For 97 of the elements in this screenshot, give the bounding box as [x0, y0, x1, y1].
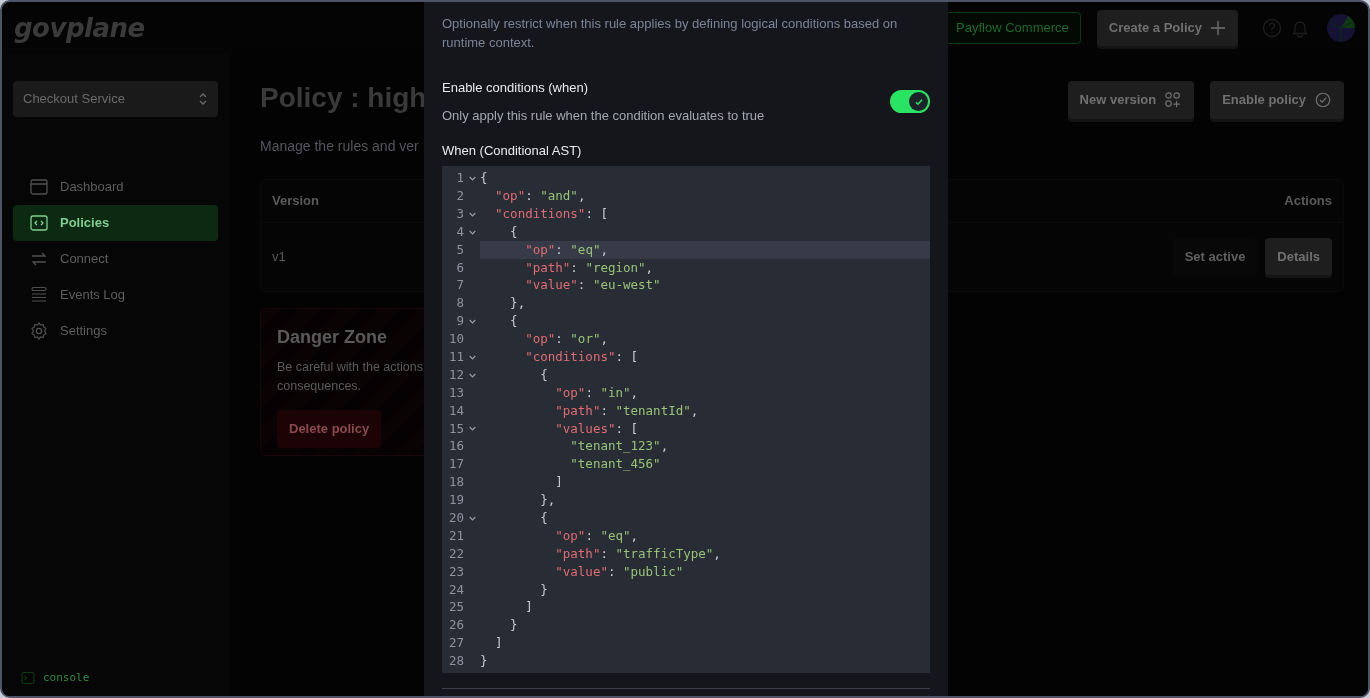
line-number: 23 — [447, 562, 464, 581]
code-line: { — [539, 509, 549, 527]
window-icon — [29, 176, 49, 197]
line-number: 4 — [455, 222, 464, 241]
danger-zone-text: Be careful with the actions — [277, 359, 423, 377]
code-line: "tenant_123", — [569, 437, 670, 456]
code-line: "tenant_456" — [569, 455, 662, 474]
code-line: } — [480, 652, 489, 671]
line-number: 5 — [455, 240, 464, 259]
line-number: 13 — [447, 383, 464, 402]
conditions-toggle[interactable] — [890, 90, 930, 113]
code-line: }, — [539, 491, 557, 510]
code-line: { — [539, 366, 549, 384]
line-number: 24 — [447, 580, 464, 599]
line-number: 8 — [455, 294, 464, 313]
fold-chevron-icon[interactable] — [468, 229, 476, 235]
chevron-updown-icon — [198, 91, 208, 106]
danger-zone-title: Danger Zone — [277, 326, 387, 349]
toggle-hint: Only apply this rule when the condition evaluates to true — [442, 106, 765, 125]
fold-chevron-icon[interactable] — [468, 319, 476, 325]
check-icon — [913, 96, 924, 107]
table-cell-text: v1 — [272, 247, 286, 266]
toggle-label: Enable conditions (when) — [442, 79, 589, 97]
code-line: ] — [554, 473, 564, 492]
delete-policy-button[interactable]: Delete policy — [277, 410, 382, 448]
line-number: 26 — [447, 616, 464, 635]
line-number: 16 — [447, 437, 464, 456]
code-line: { — [480, 169, 489, 188]
sidebar-item[interactable]: Settings — [13, 312, 218, 349]
code-line: { — [509, 312, 519, 331]
fold-chevron-icon[interactable] — [468, 515, 476, 521]
sidebar-item[interactable]: Dashboard — [13, 168, 218, 205]
line-number: 19 — [447, 491, 464, 510]
code-line: "op": "and", — [494, 187, 587, 205]
section-description: Optionally restrict when this rule applies by defining logical conditions based on runtime context. — [442, 15, 899, 52]
line-number: 7 — [455, 276, 464, 295]
line-number: 18 — [447, 473, 464, 492]
create-policy-button[interactable]: Create a Policy — [1096, 10, 1238, 46]
fold-chevron-icon[interactable] — [468, 175, 476, 181]
line-number: 17 — [447, 455, 464, 474]
danger-zone-text: consequences. — [277, 378, 362, 396]
details-button[interactable]: Details — [1265, 237, 1332, 276]
code-line: "op": "eq", — [554, 527, 640, 545]
line-number: 15 — [447, 419, 464, 438]
enable-policy-button[interactable]: Enable policy — [1210, 81, 1344, 119]
code-line: "path": "trafficType", — [554, 545, 722, 563]
code-line: "value": "eu-west" — [524, 276, 662, 295]
code-line: "op": "in", — [554, 384, 640, 402]
line-number: 1 — [455, 169, 464, 188]
line-number: 3 — [455, 204, 464, 223]
code-line: } — [539, 581, 549, 599]
code-line: "conditions": [ — [524, 348, 640, 366]
line-number: 2 — [455, 186, 464, 205]
editor-label: When (Conditional AST) — [442, 142, 583, 160]
fold-chevron-icon[interactable] — [468, 354, 476, 360]
code-line: "conditions": [ — [494, 205, 609, 223]
code-line: "op": "or", — [524, 330, 609, 349]
console-link[interactable]: console — [43, 669, 90, 686]
code-line: "path": "region", — [524, 258, 655, 277]
sidebar-item[interactable]: Events Log — [13, 276, 218, 313]
line-number: 6 — [455, 258, 464, 277]
fold-chevron-icon[interactable] — [468, 211, 476, 217]
line-number: 22 — [447, 544, 464, 563]
line-number: 9 — [455, 312, 464, 331]
sidebar-item[interactable]: Connect — [13, 240, 218, 277]
line-number: 11 — [447, 348, 464, 366]
code-line: } — [509, 616, 519, 635]
column-header: Actions — [1284, 191, 1332, 210]
code-line: "path": "tenantId", — [554, 402, 700, 420]
grid-plus-icon — [1164, 90, 1183, 109]
code-line: ] — [494, 634, 504, 653]
code-icon — [29, 212, 49, 233]
code-line: ] — [524, 598, 534, 617]
code-line: }, — [509, 294, 527, 313]
terminal-icon — [21, 670, 35, 685]
code-line: "values": [ — [554, 419, 640, 438]
page-subtitle: Manage the rules and ver — [260, 136, 419, 156]
line-number: 21 — [447, 526, 464, 545]
line-number: 10 — [447, 330, 464, 349]
project-select[interactable]: Checkout Service — [13, 81, 218, 117]
line-number: 12 — [447, 365, 464, 384]
sidebar-item[interactable]: Policies — [13, 204, 218, 241]
line-number: 25 — [447, 598, 464, 617]
check-circle-icon — [1314, 90, 1332, 109]
fold-chevron-icon[interactable] — [468, 372, 476, 378]
plus-icon — [1210, 20, 1226, 36]
line-number: 27 — [447, 634, 464, 653]
new-version-button[interactable]: New version — [1067, 81, 1195, 119]
line-number: 14 — [447, 401, 464, 420]
settings-icon — [29, 320, 49, 341]
line-number: 20 — [447, 509, 464, 527]
list-icon — [29, 284, 49, 305]
code-line: { — [509, 223, 519, 241]
code-line: "value": "public" — [554, 563, 685, 581]
line-number: 28 — [447, 652, 464, 671]
column-header: Version — [272, 191, 319, 210]
fold-chevron-icon[interactable] — [468, 426, 476, 432]
